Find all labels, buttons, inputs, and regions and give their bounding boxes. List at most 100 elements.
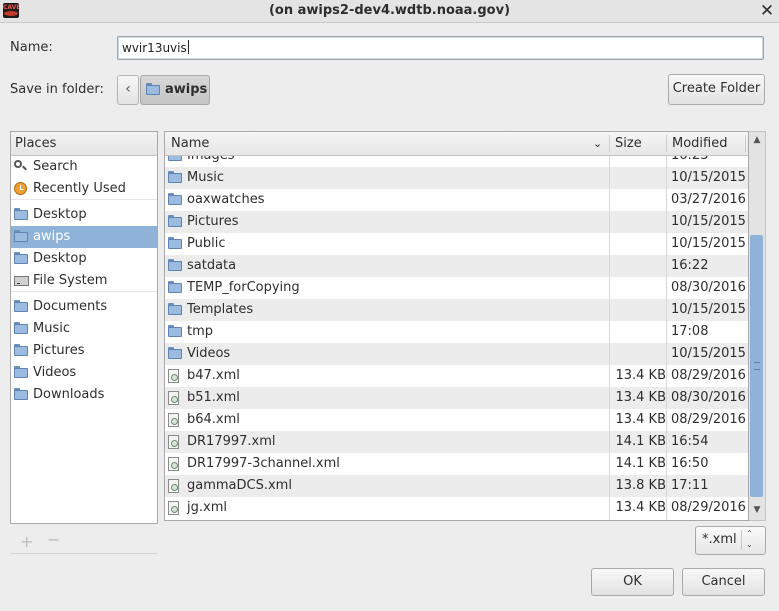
file-size: 13.4 KB [615,412,666,427]
title-bar: CAVE (on awips2-dev4.wdtb.noaa.gov) ✕ [0,0,779,23]
places-item-label: awips [33,229,71,244]
places-item-label: Desktop [33,207,87,222]
cancel-button[interactable]: Cancel [682,568,765,596]
name-input[interactable]: wvir13uvis [117,36,764,60]
sort-chevron-down-icon[interactable]: ⌄ [593,132,602,155]
file-name: Music [187,170,224,185]
drive-icon [14,276,29,286]
file-name: DR17997.xml [187,434,276,449]
close-icon[interactable]: ✕ [757,0,777,22]
file-row[interactable]: DR17997.xml 14.1 KB 16:54 [165,431,748,453]
divider [10,553,157,554]
xml-file-icon [168,435,179,449]
name-label: Name: [10,40,53,55]
file-size: 13.4 KB [615,500,666,515]
file-row[interactable]: b51.xml 13.4 KB 08/30/2016 [165,387,748,409]
file-modified: 08/29/2016 [671,412,746,427]
create-folder-button[interactable]: Create Folder [668,74,765,105]
file-row[interactable]: Music 10/15/2015 [165,167,748,189]
file-row[interactable]: Pictures 10/15/2015 [165,211,748,233]
file-row[interactable]: b64.xml 13.4 KB 08/29/2016 [165,409,748,431]
places-separator [11,291,157,292]
file-size: 13.8 KB [615,478,666,493]
places-item[interactable]: File System [11,270,157,292]
add-place-button[interactable]: + [20,532,33,551]
file-size: 14.1 KB [615,434,666,449]
column-header-size[interactable]: Size [615,132,642,155]
file-name: gammaDCS.xml [187,478,292,493]
file-name: DR17997-3channel.xml [187,456,340,471]
folder-icon [168,325,183,337]
places-item-label: Pictures [33,343,85,358]
places-item[interactable]: awips [11,226,157,248]
places-item[interactable]: Desktop [11,248,157,270]
folder-icon [14,344,29,356]
file-modified: 10/15/2015 [671,346,746,361]
xml-file-icon [168,413,179,427]
column-header-name[interactable]: Name [171,132,209,155]
search-icon [14,160,26,172]
path-segment-awips[interactable]: awips [140,75,210,105]
file-name: Pictures [187,214,239,229]
folder-icon [168,215,183,227]
file-list[interactable]: Name ⌄ Size Modified Images16:23Music10/… [164,131,749,521]
places-item-label: Downloads [33,387,105,402]
file-modified: 08/30/2016 [671,280,746,295]
home-folder-icon [14,230,29,242]
file-row[interactable]: jg.xml 13.4 KB 08/29/2016 [165,497,748,519]
file-name: Public [187,236,226,251]
xml-file-icon [168,457,179,471]
folder-icon [14,208,29,220]
file-type-filter[interactable]: *.xml ⌃ ⌄ [695,526,766,555]
file-list-header: Name ⌄ Size Modified [165,132,748,156]
scroll-down-icon[interactable]: ▼ [749,502,765,518]
name-input-value: wvir13uvis [122,41,187,55]
ok-button[interactable]: OK [591,568,674,596]
file-row[interactable]: b47.xml 13.4 KB 08/29/2016 [165,365,748,387]
places-header: Places [11,132,157,156]
places-item-label: Music [33,321,70,336]
file-name: oaxwatches [187,192,265,207]
file-row[interactable]: tmp 17:08 [165,321,748,343]
folder-icon [168,259,183,271]
file-size: 13.4 KB [615,368,666,383]
column-header-modified[interactable]: Modified [672,132,727,155]
file-row[interactable]: oaxwatches 03/27/2016 [165,189,748,211]
places-item[interactable]: Recently Used [11,178,157,200]
updown-arrows-icon: ⌃ ⌄ [746,529,753,549]
folder-icon [168,193,183,205]
home-folder-icon [146,83,161,95]
file-row[interactable]: Templates 10/15/2015 [165,299,748,321]
file-modified: 17:08 [671,324,709,339]
places-item[interactable]: Downloads [11,384,157,406]
xml-file-icon [168,391,179,405]
places-item[interactable]: Music [11,318,157,340]
file-row[interactable]: TEMP_forCopying 08/30/2016 [165,277,748,299]
file-row[interactable]: Public 10/15/2015 [165,233,748,255]
file-name: satdata [187,258,237,273]
window-title: (on awips2-dev4.wdtb.noaa.gov) [268,3,511,18]
places-item[interactable]: Desktop [11,204,157,226]
file-row[interactable]: satdata 16:22 [165,255,748,277]
places-item[interactable]: Videos [11,362,157,384]
file-row[interactable]: Videos 10/15/2015 [165,343,748,365]
places-item-label: File System [33,273,108,288]
places-item[interactable]: Search [11,156,157,178]
places-header-label: Places [15,136,57,151]
xml-file-icon [168,501,179,515]
folder-icon [14,300,29,312]
places-item[interactable]: Documents [11,296,157,318]
places-item[interactable]: Pictures [11,340,157,362]
file-name: TEMP_forCopying [187,280,300,295]
path-back-button[interactable]: ‹ [117,75,139,105]
file-row[interactable]: DR17997-3channel.xml 14.1 KB 16:50 [165,453,748,475]
scrollbar-thumb[interactable] [750,235,763,497]
file-list-scrollbar[interactable]: ▲ ▼ [749,131,766,521]
places-item-label: Documents [33,299,108,314]
remove-place-button[interactable]: − [47,530,60,549]
folder-icon [168,281,183,293]
file-modified: 08/29/2016 [671,500,746,515]
file-row[interactable]: gammaDCS.xml 13.8 KB 17:11 [165,475,748,497]
file-modified: 03/27/2016 [671,192,746,207]
scroll-up-icon[interactable]: ▲ [749,132,765,148]
